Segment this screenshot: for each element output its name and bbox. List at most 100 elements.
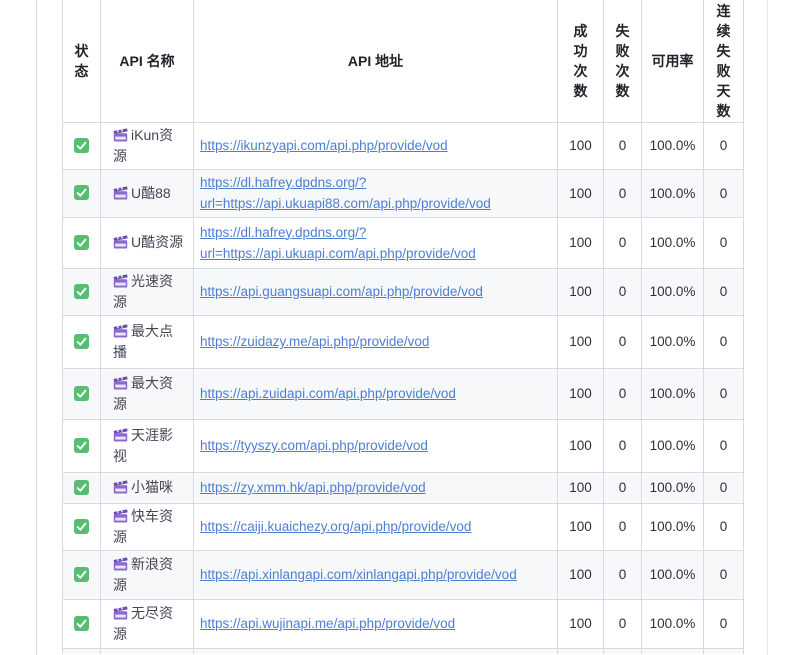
api-url-cell: https://dl.hafrey.dpdns.org/?url=https:/… [194,217,558,268]
api-url-link[interactable]: https://api.guangsuapi.com/api.php/provi… [200,281,551,302]
check-icon [74,386,89,401]
api-name-cell: 快车资源 [101,503,194,550]
api-url-cell: https://api.wujinapi.me/api.php/provide/… [194,599,558,648]
clapperboard-icon [113,557,128,571]
clapperboard-icon [113,606,128,620]
table-row: 新浪资源 https://api.xinlangapi.com/xinlanga… [63,550,744,599]
clapperboard-icon [113,324,128,338]
api-url-link[interactable]: https://dl.hafrey.dpdns.org/?url=https:/… [200,222,551,264]
status-cell [63,122,101,169]
success-count-cell: 100 [558,122,604,169]
availability-cell: 100.0% [642,122,704,169]
availability-cell: 100.0% [642,550,704,599]
check-icon [74,235,89,250]
api-url-line: https://api.guangsuapi.com/api.php/provi… [200,281,551,302]
clapperboard-icon [113,186,128,200]
api-url-line: https://caiji.kuaichezy.org/api.php/prov… [200,516,551,537]
api-status-table: 状态 API 名称 API 地址 成功次数 失败次数 可用率 连续失败天数 [62,0,744,654]
check-icon [74,567,89,582]
api-url-link[interactable]: https://zuidazy.me/api.php/provide/vod [200,331,551,352]
table-row: 最大资源 https://api.zuidapi.com/api.php/pro… [63,368,744,419]
status-cell [63,503,101,550]
check-icon [74,519,89,534]
api-url-cell: https://zuidazy.me/api.php/provide/vod [194,315,558,368]
consecutive-fail-days-cell: 0 [704,472,744,503]
consecutive-fail-days-cell: 0 [704,550,744,599]
api-name-cell: 小猫咪 [101,472,194,503]
status-checked-checkbox[interactable] [74,185,89,200]
status-checked-checkbox[interactable] [74,138,89,153]
api-url-link[interactable]: https://caiji.kuaichezy.org/api.php/prov… [200,516,551,537]
column-header-consecutive-fail-days: 连续失败天数 [704,0,744,122]
consecutive-fail-days-cell: 0 [704,122,744,169]
status-checked-checkbox[interactable] [74,480,89,495]
success-count-cell: 100 [558,169,604,217]
check-icon [74,284,89,299]
column-header-availability: 可用率 [642,0,704,122]
api-url-link[interactable]: https://ikunzyapi.com/api.php/provide/vo… [200,135,551,156]
table-row: U酷88 https://dl.hafrey.dpdns.org/?url=ht… [63,169,744,217]
consecutive-fail-days-cell: 0 [704,315,744,368]
status-checked-checkbox[interactable] [74,334,89,349]
fail-count-cell: 0 [604,315,642,368]
api-url-line: https://dl.hafrey.dpdns.org/? [200,172,551,193]
consecutive-fail-days-cell: 0 [704,268,744,315]
api-name-cell: U酷88 [101,169,194,217]
availability-cell: 100.0% [642,472,704,503]
status-checked-checkbox[interactable] [74,567,89,582]
column-header-status: 状态 [63,0,101,122]
api-url-line: https://api.xinlangapi.com/xinlangapi.ph… [200,564,551,585]
check-icon [74,334,89,349]
check-icon [74,616,89,631]
api-url-link[interactable]: https://api.zuidapi.com/api.php/provide/… [200,383,551,404]
column-header-fail-count: 失败次数 [604,0,642,122]
status-cell [63,472,101,503]
consecutive-fail-days-cell: 0 [704,419,744,472]
consecutive-fail-days-cell: 0 [704,169,744,217]
status-cell [63,599,101,648]
status-checked-checkbox[interactable] [74,616,89,631]
success-count-cell: 100 [558,368,604,419]
status-cell [63,550,101,599]
check-icon [74,185,89,200]
api-name: U酷资源 [131,234,183,250]
api-url-line: https://ikunzyapi.com/api.php/provide/vo… [200,135,551,156]
fail-count-cell: 0 [604,472,642,503]
availability-cell: 100.0% [642,503,704,550]
api-url-cell: https://tyyszy.com/api.php/provide/vod [194,419,558,472]
table-row: 快车资源 https://caiji.kuaichezy.org/api.php… [63,503,744,550]
status-checked-checkbox[interactable] [74,438,89,453]
api-url-cell: https://ikunzyapi.com/api.php/provide/vo… [194,122,558,169]
status-checked-checkbox[interactable] [74,235,89,250]
api-url-cell: https://api.guangsuapi.com/api.php/provi… [194,268,558,315]
api-url-link[interactable]: https://dl.hafrey.dpdns.org/?url=https:/… [200,172,551,214]
api-url-line: url=https://api.ukuapi.com/api.php/provi… [200,243,551,264]
api-url-link[interactable]: https://tyyszy.com/api.php/provide/vod [200,435,551,456]
clapperboard-icon [113,480,128,494]
check-icon [74,138,89,153]
success-count-cell: 100 [558,419,604,472]
clapperboard-icon [113,376,128,390]
table-row: 光速资源 https://api.guangsuapi.com/api.php/… [63,268,744,315]
fail-count-cell: 0 [604,169,642,217]
check-icon [74,480,89,495]
api-url-line: https://zy.xmm.hk/api.php/provide/vod [200,477,551,498]
api-url-link[interactable]: https://zy.xmm.hk/api.php/provide/vod [200,477,551,498]
status-checked-checkbox[interactable] [74,284,89,299]
api-name-cell: 新浪资源 [101,550,194,599]
api-name: U酷88 [131,185,171,201]
fail-count-cell: 0 [604,550,642,599]
success-count-cell: 100 [558,268,604,315]
status-cell [63,419,101,472]
page-right-border-line [767,0,768,655]
page-left-border-line [36,0,37,655]
column-header-success-count: 成功次数 [558,0,604,122]
availability-cell: 100.0% [642,419,704,472]
column-header-api-name: API 名称 [101,0,194,122]
check-icon [74,438,89,453]
api-name-cell: 最大资源 [101,368,194,419]
api-url-link[interactable]: https://api.wujinapi.me/api.php/provide/… [200,613,551,634]
status-checked-checkbox[interactable] [74,386,89,401]
status-checked-checkbox[interactable] [74,519,89,534]
api-url-link[interactable]: https://api.xinlangapi.com/xinlangapi.ph… [200,564,551,585]
